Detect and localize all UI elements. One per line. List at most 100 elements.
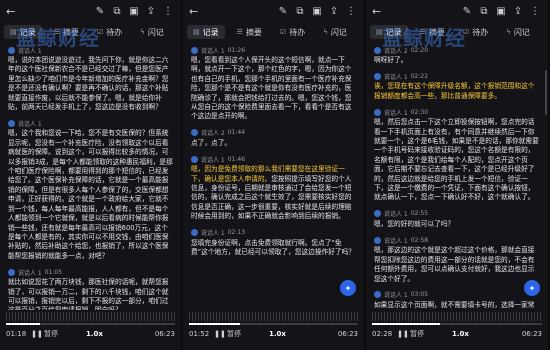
- pause-label[interactable]: 暂停: [44, 329, 58, 339]
- top-bar: ← ✎ ⧉ ▣ ⇪ ⋮: [0, 0, 181, 22]
- progress-bar[interactable]: [189, 323, 358, 325]
- share-icon[interactable]: ⇪: [144, 6, 158, 17]
- copy-icon[interactable]: ⧉: [293, 6, 307, 17]
- tab-flash[interactable]: ϟ 闪记: [500, 25, 536, 39]
- pause-icon[interactable]: ❚❚: [397, 329, 409, 339]
- pause-label[interactable]: 暂停: [227, 329, 241, 339]
- player-controls: 01:18 ❚❚ 暂停 1.0x 06:23: [0, 325, 181, 339]
- tab-flash[interactable]: ϟ 闪记: [317, 25, 353, 39]
- more-icon[interactable]: ⋮: [161, 6, 175, 17]
- speaker-row: 说话人 1 02:13: [191, 228, 356, 238]
- speaker-avatar: [191, 229, 198, 237]
- progress-fill: [372, 323, 440, 325]
- transcript-segment: 说话人 1 02:58 嗯，那这边的这个就是这个超过这个价格，那就会直接帮您扣除您…: [374, 235, 540, 284]
- transcript: 说话人 1 嗯，说的本团说遊没遊过，我先问下你，就是你这二六年的这个医社保新农合…: [0, 45, 181, 310]
- save-icon[interactable]: ▣: [127, 6, 141, 17]
- segment-time: 01:05: [44, 268, 63, 276]
- copy-icon[interactable]: ⧉: [110, 6, 124, 17]
- pause-icon[interactable]: ❚❚: [31, 329, 43, 339]
- waveform[interactable]: [189, 312, 358, 321]
- pause-label[interactable]: 暂停: [410, 329, 424, 339]
- speaker-row: 说话人 1 02:22: [374, 71, 540, 81]
- waveform[interactable]: [372, 312, 542, 321]
- transcript-segment: 说话人 1 02:30 嗯，然后您点击一下这个立即投保按钮啊，您点完的话看一下手机…: [374, 107, 540, 203]
- tab-bar: ▤ 记录 ☰ 摘要 ☑ 待办 ϟ 闪记: [183, 22, 364, 42]
- transcript-segment: 说话人 103:05 如果显示这个页面啊，就不需要填卡号的，选择一家常用的银行就…: [374, 290, 540, 310]
- speaker-name: 说话人 2: [201, 130, 225, 138]
- segment-text: 嗯，然后您点击一下这个立即投保按钮啊，您点完的话看一下手机页面上有没有，有个同意…: [374, 118, 539, 202]
- player-controls: 01:52 ❚❚ 暂停 1.0x 06:23: [183, 325, 364, 339]
- tab-summary[interactable]: ☰ 摘要: [231, 25, 268, 39]
- tab-todo-label: 待办: [106, 27, 123, 37]
- segment-text: 就比如说您花了两万块钱，那医社保的话呢，就帮您报销了，可以报销一万二，剩下的八千…: [8, 278, 169, 310]
- speaker-avatar: [374, 210, 381, 218]
- transcript-segment: 说话人 2 02:20 啊呀好了。: [374, 45, 540, 65]
- pause-icon[interactable]: ❚❚: [214, 329, 226, 339]
- speaker-avatar: [374, 291, 381, 299]
- tab-flash[interactable]: ϟ 闪记: [134, 25, 170, 39]
- speaker-avatar: [374, 108, 381, 116]
- segment-time: 02:20: [410, 46, 429, 54]
- transcript-segment: 说话人 1 02:55 嗯，您的好的就可以了吗？: [374, 209, 540, 229]
- todo-tab-icon: ☑: [279, 28, 287, 36]
- waveform[interactable]: [6, 312, 175, 321]
- segment-time: 02:55: [410, 210, 429, 218]
- speaker-name: 说话人 1: [384, 292, 408, 300]
- segment-time: 01:26: [227, 46, 246, 54]
- back-arrow-icon[interactable]: ←: [372, 5, 388, 18]
- speed-button[interactable]: 1.0x: [86, 330, 103, 338]
- speaker-avatar: [374, 46, 381, 54]
- speaker-row: 说话人 2 01:44: [191, 128, 356, 138]
- current-time: 02:28: [372, 330, 393, 338]
- save-icon[interactable]: ▣: [310, 6, 324, 17]
- speaker-row: 说话人 1 01:26: [191, 45, 356, 55]
- progress-bar[interactable]: [372, 323, 542, 325]
- share-icon[interactable]: ⇪: [511, 6, 525, 17]
- back-arrow-icon[interactable]: ←: [189, 5, 205, 18]
- tab-todo-label: 待办: [289, 27, 306, 37]
- more-icon[interactable]: ⋮: [344, 6, 358, 17]
- speaker-avatar: [374, 236, 381, 244]
- flash-tab-icon: ϟ: [140, 28, 145, 36]
- record-tab-icon: ▤: [193, 28, 200, 36]
- audio-player: 02:28 ❚❚ 暂停 1.0x 06:23: [366, 310, 548, 350]
- edit-icon[interactable]: ✎: [460, 6, 474, 17]
- segment-time: 02:22: [410, 72, 429, 80]
- tab-todo[interactable]: ☑ 待办: [274, 25, 311, 39]
- segment-time: 03:05: [410, 291, 429, 299]
- copy-icon[interactable]: ⧉: [477, 6, 491, 17]
- ai-assistant-icon[interactable]: ✦: [524, 280, 540, 296]
- share-icon[interactable]: ⇪: [327, 6, 341, 17]
- speaker-avatar: [8, 46, 15, 54]
- edit-icon[interactable]: ✎: [276, 6, 290, 17]
- tab-record[interactable]: ▤ 记录: [187, 25, 225, 39]
- transcript-segment: 说话人 1 01:46 嗯，因为是免费领取的那么我们需要您在这里验证一下，确认是您…: [191, 154, 356, 221]
- phone-screen-3: ← ✎ ⧉ ▣ ⇪ ⋮ ▤ 记录 ☰ 摘要 ☑ 待办 ϟ 闪记 蓝鲸财经 说话人 2 02…: [366, 0, 548, 350]
- back-arrow-icon[interactable]: ←: [6, 5, 22, 18]
- more-icon[interactable]: ⋮: [528, 6, 542, 17]
- transcript: 说话人 2 02:20 啊呀好了。 说话人 1 02:22 诶，您现在有这个保障升级…: [366, 45, 548, 310]
- segment-time: 02:58: [410, 236, 429, 244]
- speaker-row: 说话人 1: [8, 45, 173, 55]
- top-bar: ← ✎ ⧉ ▣ ⇪ ⋮: [183, 0, 364, 22]
- duration: 06:23: [337, 330, 358, 338]
- ai-assistant-icon[interactable]: ✦: [340, 280, 356, 296]
- speed-button[interactable]: 1.0x: [269, 330, 286, 338]
- speaker-name: 说话人 1: [384, 211, 408, 219]
- progress-bar[interactable]: [6, 323, 175, 325]
- edit-icon[interactable]: ✎: [93, 6, 107, 17]
- audio-player: 01:52 ❚❚ 暂停 1.0x 06:23: [183, 310, 364, 350]
- speaker-avatar: [374, 72, 381, 80]
- screenshot-strip: ← ✎ ⧉ ▣ ⇪ ⋮ ▤ 记录 ☰ 摘要 ☑ 待办 ϟ 闪记 蓝鲸财经 说话人 1 嗯…: [0, 0, 550, 350]
- tab-flash-label: 闪记: [513, 27, 530, 37]
- speaker-row: 说话人 1 01:05: [8, 267, 173, 277]
- phone-screen-1: ← ✎ ⧉ ▣ ⇪ ⋮ ▤ 记录 ☰ 摘要 ☑ 待办 ϟ 闪记 蓝鲸财经 说话人 1 嗯…: [0, 0, 183, 350]
- progress-fill: [6, 323, 40, 325]
- save-icon[interactable]: ▣: [494, 6, 508, 17]
- speed-button[interactable]: 1.0x: [452, 330, 469, 338]
- speaker-row: 说话人 1 02:30: [374, 107, 540, 117]
- segment-text: 嗯，您的好的就可以了吗？: [374, 219, 455, 228]
- segment-text-highlighted: 诶，您现在有这个保障升级名额，这个报销范围和这个报销额度都会高一些，那比普通保障…: [374, 82, 535, 100]
- segment-time: 02:30: [410, 108, 429, 116]
- audio-player: 01:18 ❚❚ 暂停 1.0x 06:23: [0, 310, 181, 350]
